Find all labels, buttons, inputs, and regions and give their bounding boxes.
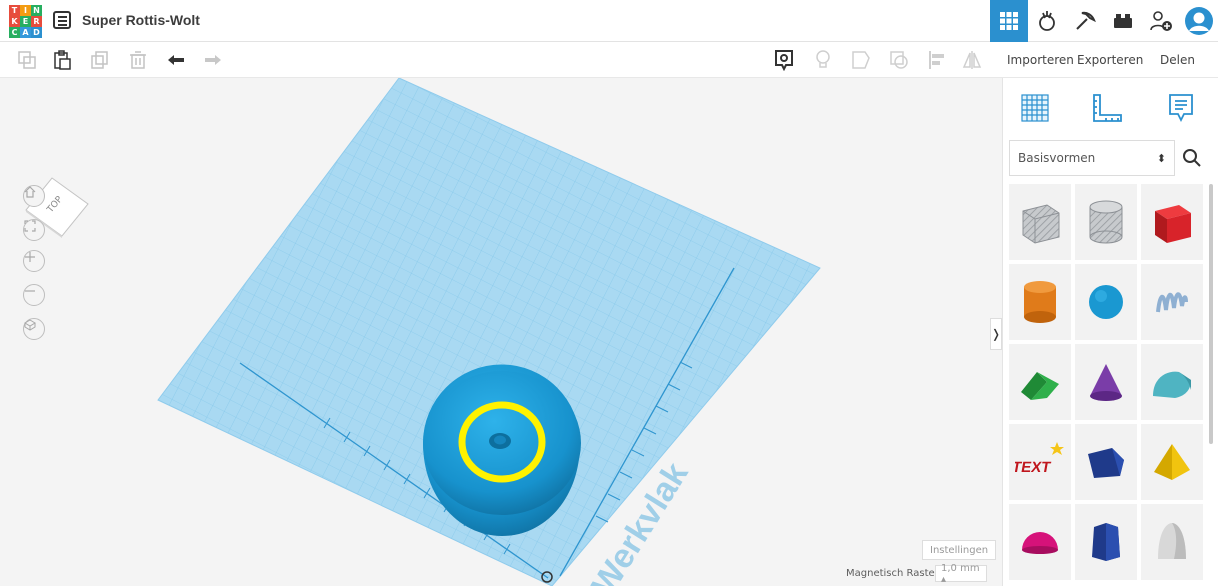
- design-title[interactable]: Super Rottis-Wolt: [82, 12, 200, 28]
- polygon-shape[interactable]: [1075, 504, 1137, 580]
- zoom-out-icon[interactable]: [23, 284, 45, 306]
- delete-icon[interactable]: [128, 50, 148, 70]
- round-roof-shape[interactable]: [1141, 344, 1203, 420]
- tinkercad-editor: TINKERCAD Super Rottis-Wolt Importeren E…: [0, 0, 1218, 586]
- align-icon[interactable]: [927, 50, 947, 70]
- zoom-in-icon[interactable]: [23, 250, 45, 272]
- snap-grid-label: Magnetisch Raster: [846, 568, 939, 579]
- logo-letter: D: [31, 27, 42, 38]
- mirror-icon[interactable]: [962, 50, 982, 70]
- profile-avatar-icon[interactable]: [1180, 0, 1218, 42]
- wedge-shape[interactable]: [1075, 424, 1137, 500]
- logo-letter: N: [31, 5, 42, 16]
- settings-button[interactable]: Instellingen: [922, 540, 997, 560]
- workplane-icon[interactable]: [1015, 88, 1055, 128]
- share-button[interactable]: Delen: [1160, 50, 1195, 70]
- add-user-icon[interactable]: [1142, 0, 1180, 42]
- 3d-viewport[interactable]: Werkvlak TOP: [0, 78, 1002, 586]
- logo-letter: R: [31, 16, 42, 27]
- notes-icon[interactable]: [774, 50, 794, 71]
- shape-library-select[interactable]: Basisvormen ⬍: [1009, 140, 1175, 176]
- search-icon[interactable]: [1179, 145, 1205, 171]
- shape-list-scrollbar[interactable]: [1209, 184, 1213, 444]
- copy-icon[interactable]: [17, 50, 37, 70]
- duplicate-icon[interactable]: [90, 50, 110, 70]
- box-hole-shape[interactable]: [1009, 184, 1071, 260]
- cone-shape[interactable]: [1075, 344, 1137, 420]
- scribble-shape[interactable]: [1141, 264, 1203, 340]
- notes-panel-icon[interactable]: [1161, 88, 1201, 128]
- logo-letter: I: [20, 5, 31, 16]
- export-button[interactable]: Exporteren: [1077, 50, 1143, 70]
- redo-icon[interactable]: [203, 50, 223, 70]
- cylinder-hole-shape[interactable]: [1075, 184, 1137, 260]
- group-icon[interactable]: [851, 50, 871, 70]
- paraboloid-shape[interactable]: [1141, 504, 1203, 580]
- text-shape[interactable]: TEXT: [1009, 424, 1071, 500]
- perspective-icon[interactable]: [23, 318, 45, 340]
- select-chevron-icon: ⬍: [1156, 151, 1166, 165]
- pickaxe-icon[interactable]: [1066, 0, 1104, 42]
- top-bar: TINKERCAD Super Rottis-Wolt: [0, 0, 1218, 42]
- star-icon: [1050, 442, 1064, 455]
- logo-letter: C: [9, 27, 20, 38]
- ruler-icon[interactable]: [1087, 88, 1127, 128]
- undo-icon[interactable]: [166, 50, 186, 70]
- top-right-buttons: [990, 0, 1218, 42]
- light-bulb-icon[interactable]: [813, 50, 833, 70]
- 3d-design-view-icon[interactable]: [990, 0, 1028, 42]
- shape-library-value: Basisvormen: [1018, 151, 1096, 165]
- logo-letter: E: [20, 16, 31, 27]
- paste-icon[interactable]: [52, 50, 72, 70]
- home-view-icon[interactable]: [23, 185, 45, 207]
- snap-grid-select[interactable]: 1,0 mm ▴: [935, 563, 987, 585]
- half-sphere-shape[interactable]: [1009, 504, 1071, 580]
- lego-brick-icon[interactable]: [1104, 0, 1142, 42]
- logo-letter: A: [20, 27, 31, 38]
- logo-letter: T: [9, 5, 20, 16]
- codeblocks-icon[interactable]: [1028, 0, 1066, 42]
- roof-shape[interactable]: [1009, 344, 1071, 420]
- box-shape[interactable]: [1141, 184, 1203, 260]
- logo-letter: K: [9, 16, 20, 27]
- pyramid-shape[interactable]: [1141, 424, 1203, 500]
- ungroup-icon[interactable]: [889, 50, 909, 70]
- fit-view-icon[interactable]: [23, 219, 45, 241]
- sphere-shape[interactable]: [1075, 264, 1137, 340]
- cylinder-shape[interactable]: [1009, 264, 1071, 340]
- design-list-icon[interactable]: [53, 11, 71, 29]
- panel-collapse-toggle[interactable]: ❭: [990, 318, 1002, 350]
- svg-text:TEXT: TEXT: [1015, 459, 1053, 476]
- workplane-scene[interactable]: Werkvlak: [0, 78, 1002, 586]
- shapes-panel: Basisvormen ⬍ TEXT: [1002, 78, 1218, 586]
- import-button[interactable]: Importeren: [1007, 50, 1074, 70]
- tinkercad-logo[interactable]: TINKERCAD: [9, 5, 42, 38]
